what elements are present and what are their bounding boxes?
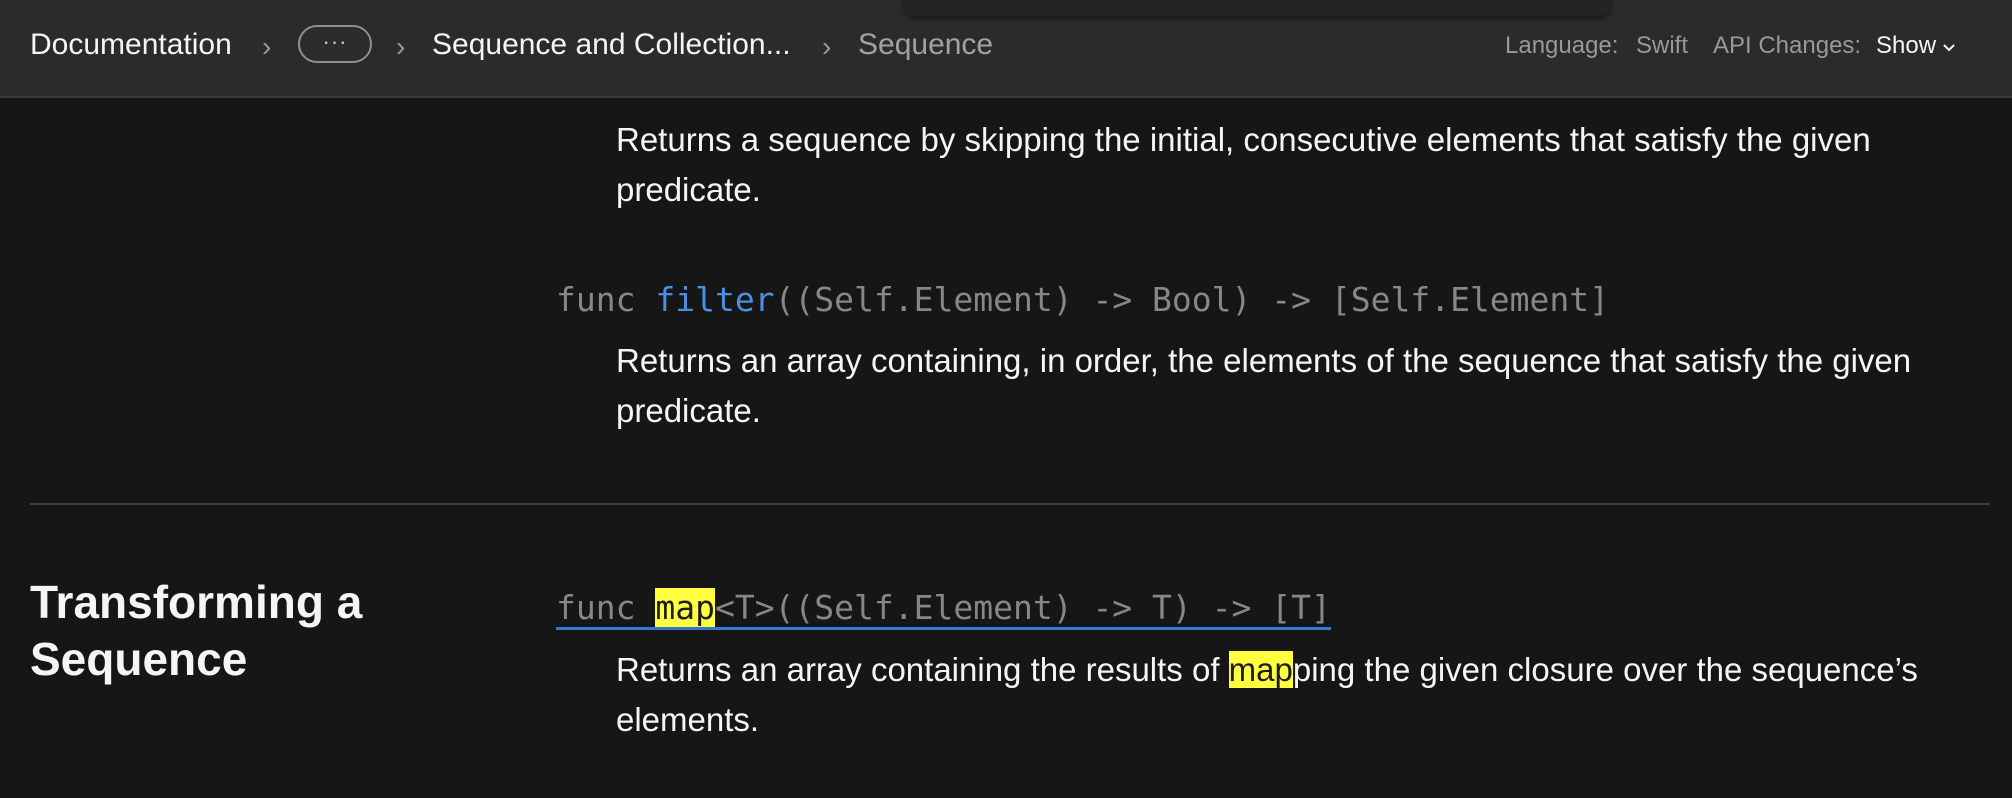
top-navbar: Documentation › ··· › Sequence and Colle… [0,0,2012,98]
section-divider [30,503,1990,505]
map-description-highlight: map [1228,651,1293,688]
chevron-down-icon [1943,43,1955,52]
chevron-right-icon: › [822,31,832,62]
api-changes-value: Show [1876,32,1937,59]
map-description: Returns an array containing the results … [616,645,1986,745]
filter-declaration[interactable]: func filter((Self.Element) -> Bool) -> [… [556,279,1609,321]
section-title-transforming: Transforming a Sequence [30,576,363,685]
map-keyword: func [556,588,656,627]
api-changes-label: API Changes: [1713,32,1862,59]
filter-symbol-name: filter [655,280,775,319]
language-label: Language: [1505,32,1619,59]
breadcrumb-sequence-collection[interactable]: Sequence and Collection... [432,27,791,63]
language-selector[interactable]: Swift [1636,31,1688,61]
filter-signature: ((Self.Element) -> Bool) -> [Self.Elemen… [774,280,1610,319]
map-declaration-link[interactable]: func map<T>((Self.Element) -> T) -> [T] [556,588,1331,630]
map-signature: <T>((Self.Element) -> T) -> [T] [714,588,1331,627]
map-declaration[interactable]: func map<T>((Self.Element) -> T) -> [T] [556,587,1331,630]
breadcrumb-documentation[interactable]: Documentation [30,27,232,63]
chevron-right-icon: › [262,31,272,62]
map-description-start: Returns an array containing the results … [616,651,1229,688]
map-search-highlight: map [655,588,715,627]
nav-popover-edge [904,0,1610,16]
breadcrumb-more-button[interactable]: ··· [298,25,372,63]
filter-keyword: func [556,280,656,319]
chevron-right-icon: › [396,31,406,62]
breadcrumb-current-page: Sequence [858,28,994,61]
filter-description: Returns an array containing, in order, t… [616,342,1912,429]
drop-while-description: Returns a sequence by skipping the initi… [616,121,1871,208]
api-changes-toggle[interactable]: Show [1876,31,1956,61]
